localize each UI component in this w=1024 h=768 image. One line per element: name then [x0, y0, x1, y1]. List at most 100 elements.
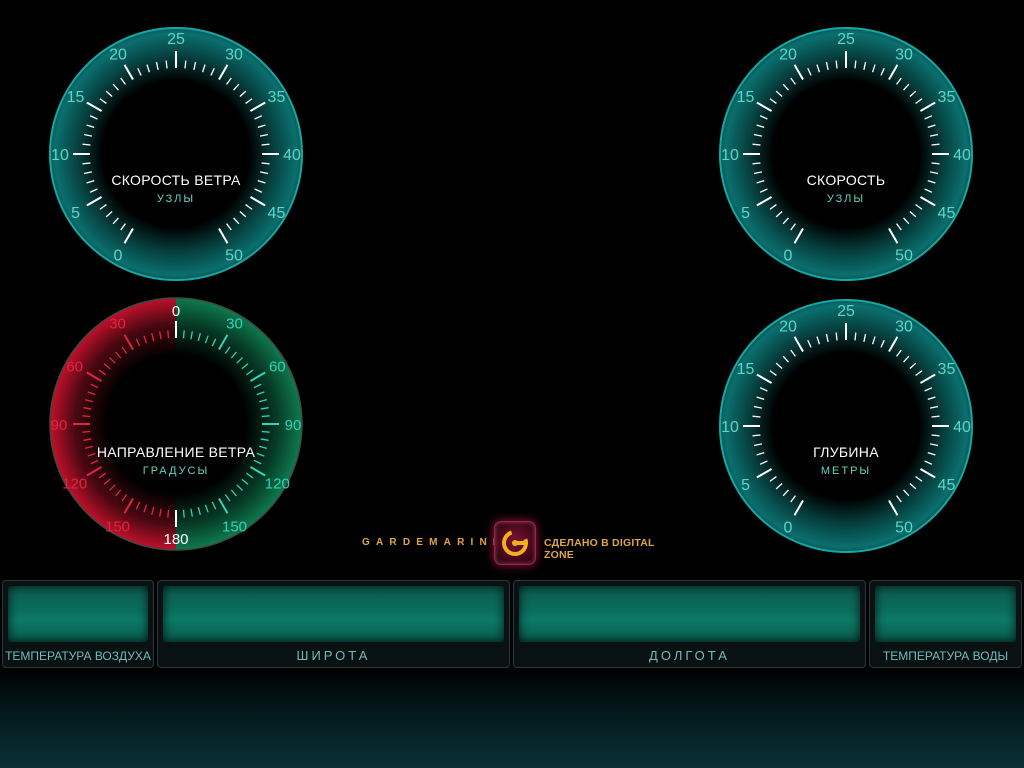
scale-label: 30	[109, 316, 126, 333]
scale-label: 5	[71, 205, 80, 222]
minor-tick	[165, 60, 168, 69]
longitude-panel: ДОЛГОТА	[513, 580, 866, 668]
depth-dial: 0 5 10 15 20 25 30 35 40 45 50	[719, 299, 973, 553]
depth-title: ГЛУБИНА	[813, 444, 879, 460]
depth-unit: МЕТРЫ	[820, 465, 872, 477]
minor-tick	[931, 143, 940, 146]
background-glow	[0, 668, 1024, 768]
wind-speed-dial: 0 5 10 15 20 25 30 35 40 45 50	[49, 27, 303, 281]
scale-label: 90	[285, 417, 302, 434]
scale-label: 45	[938, 205, 956, 222]
scale-label: 40	[953, 419, 971, 436]
scale-label: 20	[109, 47, 127, 64]
longitude-label: ДОЛГОТА	[649, 648, 730, 663]
scale-label: 50	[895, 247, 913, 264]
g-letter-logo-icon	[494, 521, 536, 565]
scale-label: 0	[784, 247, 793, 264]
scale-label: 30	[226, 316, 243, 333]
scale-label: 50	[895, 519, 913, 536]
minor-tick	[167, 509, 170, 518]
latitude-label: ШИРОТА	[296, 648, 371, 663]
longitude-display	[519, 586, 860, 642]
scale-label: 5	[741, 477, 750, 494]
scale-label: 10	[721, 419, 739, 436]
scale-label: 30	[895, 47, 913, 64]
wind-direction-title: НАПРАВЛЕНИЕ ВЕТРА	[96, 444, 256, 460]
scale-label: 90	[51, 417, 68, 434]
water-temperature-label: ТЕМПЕРАТУРА ВОДЫ	[882, 649, 1009, 663]
scale-label: 150	[105, 518, 130, 535]
scale-label: 20	[779, 319, 797, 336]
scale-label: 5	[741, 205, 750, 222]
scale-label: 0	[172, 303, 180, 320]
minor-tick	[261, 143, 270, 146]
minor-tick	[854, 60, 857, 69]
speed-gauge: 0 5 10 15 20 25 30 35 40 45 50 СКОРОСТЬ УЗЛЫ	[718, 26, 974, 282]
minor-tick	[82, 162, 91, 165]
scale-label: 15	[67, 89, 85, 106]
minor-tick	[854, 332, 857, 341]
scale-label: 120	[62, 476, 87, 493]
scale-label: 0	[784, 519, 793, 536]
scale-label: 60	[269, 359, 286, 376]
minor-tick	[261, 162, 270, 165]
scale-label: 150	[222, 518, 247, 535]
minor-tick	[82, 143, 91, 146]
scale-label: 35	[268, 89, 286, 106]
minor-tick	[167, 330, 170, 339]
air-temperature-label: ТЕМПЕРАТУРА ВОЗДУХА	[5, 649, 151, 663]
scale-label: 35	[938, 89, 956, 106]
scale-label: 25	[167, 31, 185, 48]
scale-label: 40	[283, 147, 301, 164]
water-temperature-panel: ТЕМПЕРАТУРА ВОДЫ	[869, 580, 1022, 668]
minor-tick	[261, 430, 270, 433]
minor-tick	[931, 162, 940, 165]
minor-tick	[82, 415, 91, 418]
minor-tick	[182, 509, 185, 518]
minor-tick	[931, 434, 940, 437]
latitude-display	[163, 586, 504, 642]
wind-speed-gauge: 0 5 10 15 20 25 30 35 40 45 50 СКОРОСТЬ ВЕТРА УЗЛЫ	[48, 26, 304, 282]
scale-label: 45	[268, 205, 286, 222]
wind-speed-title: СКОРОСТЬ ВЕТРА	[111, 172, 241, 188]
depth-gauge: 0 5 10 15 20 25 30 35 40 45 50 ГЛУБИНА МЕТРЫ	[718, 298, 974, 554]
speed-unit: УЗЛЫ	[826, 193, 866, 205]
minor-tick	[261, 415, 270, 418]
scale-label: 15	[737, 89, 755, 106]
scale-label: 45	[938, 477, 956, 494]
brand-logo: GARDEMARINE СДЕЛАНО В DIGITAL ZONE	[360, 521, 670, 565]
scale-label: 25	[837, 303, 855, 320]
water-temperature-display	[875, 586, 1016, 642]
brand-name: GARDEMARINE	[362, 537, 506, 548]
minor-tick	[835, 60, 838, 69]
scale-label: 25	[837, 31, 855, 48]
minor-tick	[182, 330, 185, 339]
scale-label: 180	[163, 531, 188, 548]
minor-tick	[184, 60, 187, 69]
wind-direction-unit: ГРАДУСЫ	[142, 465, 210, 477]
wind-direction-gauge: 0 180 30 60 90 120 150 30 60 90 120 150 НАПРАВЛЕНИЕ…	[48, 296, 304, 552]
scale-label: 10	[51, 147, 69, 164]
air-temperature-panel: ТЕМПЕРАТУРА ВОЗДУХА	[2, 580, 154, 668]
minor-tick	[752, 162, 761, 165]
minor-tick	[931, 415, 940, 418]
scale-label: 30	[225, 47, 243, 64]
minor-tick	[752, 143, 761, 146]
scale-label: 40	[953, 147, 971, 164]
scale-label: 35	[938, 361, 956, 378]
credit-text: СДЕЛАНО В DIGITAL ZONE	[544, 537, 655, 561]
scale-label: 0	[114, 247, 123, 264]
latitude-panel: ШИРОТА	[157, 580, 510, 668]
minor-tick	[82, 430, 91, 433]
scale-label: 120	[265, 476, 290, 493]
minor-tick	[835, 332, 838, 341]
scale-label: 10	[721, 147, 739, 164]
speed-title: СКОРОСТЬ	[806, 172, 886, 188]
wind-speed-unit: УЗЛЫ	[156, 193, 196, 205]
scale-label: 20	[779, 47, 797, 64]
minor-tick	[752, 434, 761, 437]
scale-label: 60	[66, 359, 83, 376]
wind-direction-dial: 0 180 30 60 90 120 150 30 60 90 120 150	[49, 297, 303, 551]
minor-tick	[752, 415, 761, 418]
scale-label: 30	[895, 319, 913, 336]
